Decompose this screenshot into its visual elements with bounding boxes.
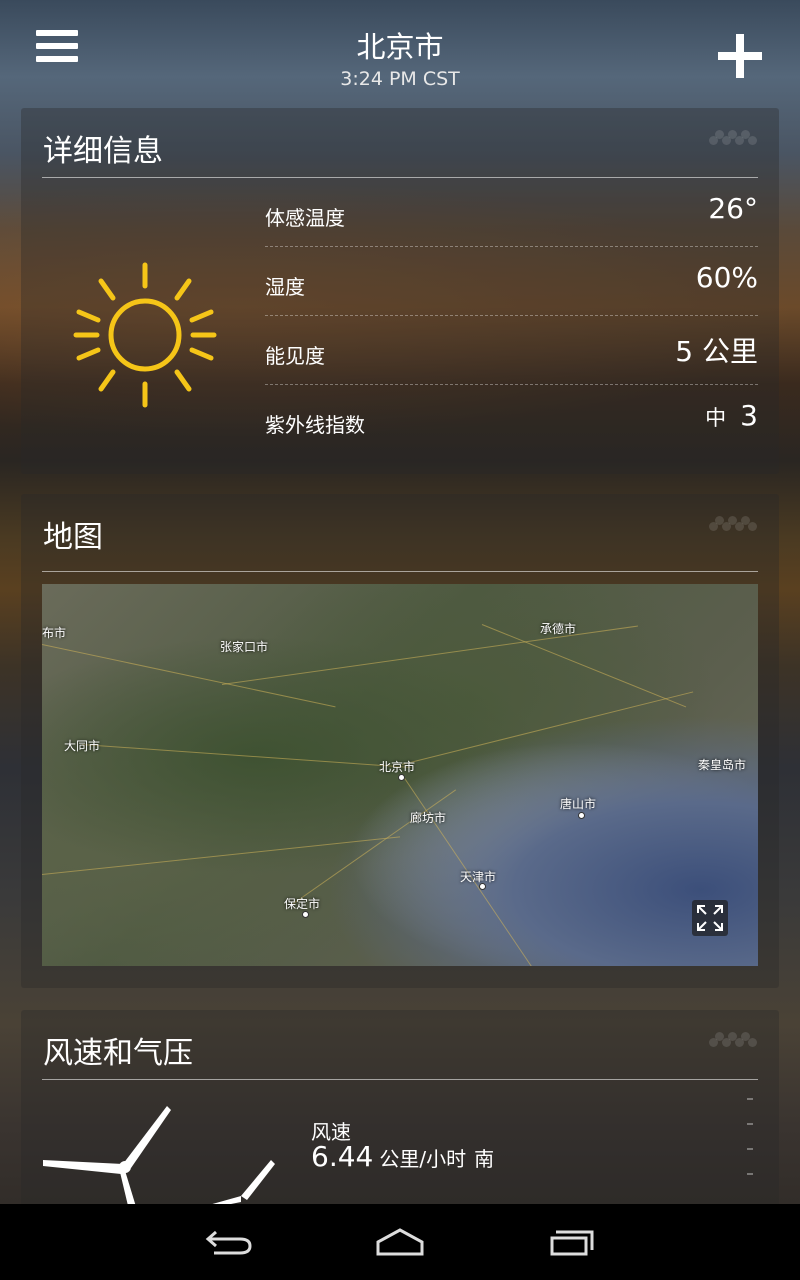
wind-speed-value: 6.44 — [311, 1140, 374, 1173]
map-label: 布市 — [42, 626, 67, 640]
humidity-value: 60% — [695, 261, 758, 294]
map-label: 张家口市 — [220, 640, 269, 654]
system-navigation-bar — [0, 1204, 800, 1280]
wind-turbine-icon — [43, 1106, 275, 1210]
fullscreen-expand-icon[interactable] — [692, 900, 728, 936]
map-pin — [479, 883, 486, 890]
feels-like-label: 体感温度 — [265, 206, 345, 230]
map-road — [81, 744, 412, 769]
recent-apps-icon[interactable] — [540, 1222, 600, 1262]
map-card: 地图 布市 张家口市 承德市 大同市 北京市 秦皇岛市 唐山市 廊坊市 天津市 … — [21, 494, 779, 988]
details-title: 详细信息 — [43, 134, 163, 169]
sun-icon — [73, 262, 217, 408]
wind-pressure-card: 风速和气压 风速 6.44 公里/小时南 — [21, 1010, 779, 1210]
feels-like-value: 26° — [708, 192, 758, 225]
map-label: 廊坊市 — [410, 811, 447, 825]
card-menu-dots-icon[interactable] — [709, 1032, 757, 1052]
uv-index-value: 3 — [740, 399, 758, 432]
uv-index-label: 紫外线指数 — [265, 413, 365, 437]
map-road — [481, 624, 687, 708]
map-label: 保定市 — [284, 897, 321, 911]
local-time: 3:24 PM CST — [340, 68, 460, 90]
city-name: 北京市 — [356, 30, 444, 64]
wind-direction: 南 — [474, 1147, 495, 1171]
map-pin — [302, 911, 309, 918]
visibility-label: 能见度 — [265, 344, 325, 368]
divider — [42, 1079, 758, 1080]
back-icon[interactable] — [200, 1222, 260, 1262]
map-label: 秦皇岛市 — [698, 758, 747, 772]
uv-index-level: 中 — [705, 406, 727, 430]
plus-icon[interactable] — [718, 34, 762, 78]
map-title: 地图 — [43, 520, 103, 555]
map-road — [42, 644, 336, 708]
map-label: 天津市 — [460, 870, 497, 884]
details-card: 详细信息 体感温度 26° 湿度 60% 能见度 5 公里 紫外线指数 中 3 — [21, 108, 779, 474]
uv-index-row: 紫外线指数 中3 — [265, 385, 758, 454]
wind-speed-group: 6.44 公里/小时南 — [311, 1140, 494, 1173]
map-label: 北京市 — [379, 760, 416, 774]
uv-index-value-group: 中3 — [705, 399, 758, 432]
map-label: 大同市 — [64, 739, 101, 753]
map-label: 唐山市 — [560, 797, 597, 811]
visibility-unit: 公里 — [701, 335, 758, 368]
map-road — [401, 691, 694, 765]
divider — [42, 571, 758, 572]
visibility-value: 5 — [675, 335, 694, 368]
wind-speed-unit: 公里/小时 — [379, 1147, 467, 1171]
satellite-map[interactable]: 布市 张家口市 承德市 大同市 北京市 秦皇岛市 唐山市 廊坊市 天津市 保定市 — [42, 584, 758, 966]
map-pin — [578, 812, 585, 819]
visibility-value-group: 5 公里 — [675, 330, 758, 370]
humidity-label: 湿度 — [265, 275, 305, 299]
map-label: 承德市 — [540, 622, 577, 636]
home-icon[interactable] — [370, 1222, 430, 1262]
visibility-row: 能见度 5 公里 — [265, 316, 758, 385]
app-header: 北京市 3:24 PM CST — [0, 0, 800, 100]
humidity-row: 湿度 60% — [265, 247, 758, 316]
map-road — [291, 789, 457, 905]
details-list: 体感温度 26° 湿度 60% 能见度 5 公里 紫外线指数 中3 — [265, 178, 758, 454]
map-road — [42, 836, 401, 875]
wind-title: 风速和气压 — [43, 1036, 193, 1071]
map-pin — [398, 774, 405, 781]
card-menu-dots-icon[interactable] — [709, 516, 757, 536]
card-menu-dots-icon[interactable] — [709, 130, 757, 150]
pressure-gauge-ticks — [747, 1098, 757, 1198]
feels-like-row: 体感温度 26° — [265, 178, 758, 247]
